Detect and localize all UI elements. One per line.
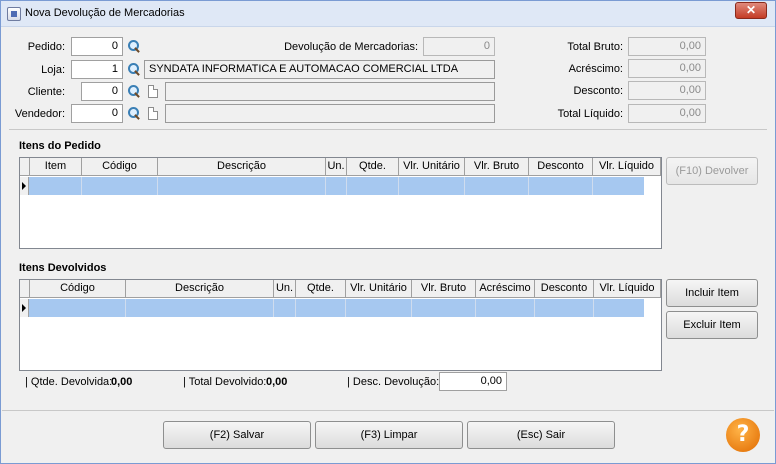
qtde-devolvida-value: 0,00 [111, 376, 133, 388]
desconto-field: 0,00 [628, 81, 706, 100]
sair-button[interactable]: (Esc) Sair [467, 421, 615, 449]
cliente-input[interactable]: 0 [81, 82, 123, 101]
column-header[interactable]: Un. [274, 280, 296, 298]
total-bruto-field: 0,00 [628, 37, 706, 56]
devolucao-label: Devolução de Mercadorias: [284, 41, 418, 53]
total-liquido-field: 0,00 [628, 104, 706, 123]
itens-devolvidos-grid[interactable]: Código Descrição Un. Qtde. Vlr. Unitário… [19, 279, 662, 371]
loja-input[interactable]: 1 [71, 60, 123, 79]
column-header[interactable]: Vlr. Líquido [593, 158, 661, 176]
devolucao-field: 0 [423, 37, 495, 56]
column-header[interactable]: Descrição [126, 280, 274, 298]
column-header[interactable]: Item [30, 158, 82, 176]
app-icon [7, 7, 21, 21]
column-header[interactable]: Acréscimo [476, 280, 535, 298]
column-header[interactable]: Código [82, 158, 158, 176]
help-icon[interactable]: ? [726, 418, 760, 452]
column-header[interactable]: Vlr. Unitário [399, 158, 465, 176]
column-header[interactable]: Desconto [535, 280, 594, 298]
footer-divider [2, 410, 774, 411]
acrescimo-field: 0,00 [628, 59, 706, 78]
column-header[interactable]: Vlr. Bruto [412, 280, 476, 298]
search-icon[interactable] [127, 84, 141, 98]
total-devolvido-value: 0,00 [266, 376, 288, 388]
cliente-name-field [165, 82, 495, 101]
vendedor-name-field [165, 104, 495, 123]
devolver-button[interactable]: (F10) Devolver [666, 157, 758, 185]
excluir-item-button[interactable]: Excluir Item [666, 311, 758, 339]
document-icon[interactable] [148, 85, 158, 98]
total-devolvido-label: | Total Devolvido: [183, 376, 267, 388]
search-icon[interactable] [127, 106, 141, 120]
cliente-label: Cliente: [27, 86, 65, 98]
desconto-label: Desconto: [573, 85, 623, 97]
column-header[interactable]: Código [30, 280, 126, 298]
row-indicator-icon [20, 299, 29, 317]
table-row[interactable] [20, 177, 644, 195]
total-liquido-label: Total Líquido: [557, 108, 623, 120]
pedido-input[interactable]: 0 [71, 37, 123, 56]
grid-corner [20, 158, 30, 176]
table-row[interactable] [20, 299, 644, 317]
document-icon[interactable] [148, 107, 158, 120]
limpar-button[interactable]: (F3) Limpar [315, 421, 463, 449]
divider [9, 129, 767, 130]
qtde-devolvida-label: | Qtde. Devolvida: [25, 376, 113, 388]
column-header[interactable]: Qtde. [347, 158, 399, 176]
column-header[interactable]: Qtde. [296, 280, 346, 298]
loja-name-field: SYNDATA INFORMATICA E AUTOMACAO COMERCIA… [144, 60, 495, 79]
window-title: Nova Devolução de Mercadorias [25, 7, 185, 19]
search-icon[interactable] [127, 39, 141, 53]
vendedor-input[interactable]: 0 [71, 104, 123, 123]
close-button[interactable]: ✕ [735, 2, 767, 19]
main-window: Nova Devolução de Mercadorias ✕ Pedido: … [0, 0, 776, 464]
column-header[interactable]: Vlr. Bruto [465, 158, 529, 176]
column-header[interactable]: Un. [326, 158, 347, 176]
search-icon[interactable] [127, 62, 141, 76]
desc-devolucao-input[interactable]: 0,00 [439, 372, 507, 391]
itens-pedido-title: Itens do Pedido [19, 140, 101, 152]
row-indicator-icon [20, 177, 29, 195]
vendedor-label: Vendedor: [14, 108, 65, 120]
column-header[interactable]: Descrição [158, 158, 326, 176]
title-bar: Nova Devolução de Mercadorias ✕ [1, 1, 775, 27]
pedido-label: Pedido: [27, 41, 65, 53]
total-bruto-label: Total Bruto: [567, 41, 623, 53]
grid-corner [20, 280, 30, 298]
column-header[interactable]: Vlr. Unitário [346, 280, 412, 298]
itens-pedido-grid[interactable]: Item Código Descrição Un. Qtde. Vlr. Uni… [19, 157, 662, 249]
column-header[interactable]: Vlr. Líquido [594, 280, 661, 298]
loja-label: Loja: [41, 64, 65, 76]
desc-devolucao-label: | Desc. Devolução: [347, 376, 440, 388]
acrescimo-label: Acréscimo: [568, 63, 623, 75]
column-header[interactable]: Desconto [529, 158, 593, 176]
itens-devolvidos-title: Itens Devolvidos [19, 262, 107, 274]
incluir-item-button[interactable]: Incluir Item [666, 279, 758, 307]
salvar-button[interactable]: (F2) Salvar [163, 421, 311, 449]
